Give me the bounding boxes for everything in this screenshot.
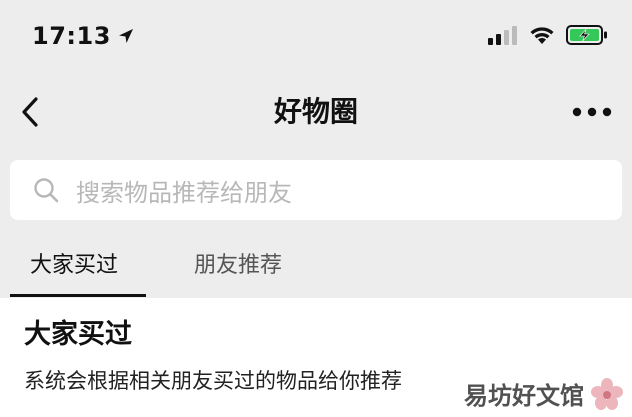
status-bar: 17:13 — [0, 0, 632, 72]
more-button[interactable] — [570, 96, 614, 128]
battery-charging-icon — [566, 25, 607, 45]
flower-logo-icon — [591, 377, 623, 410]
section-description: 系统会根据相关朋友买过的物品给你推荐 — [24, 369, 402, 393]
tab-friend-recommend[interactable]: 朋友推荐 — [194, 250, 282, 282]
section-title: 大家买过 — [24, 319, 132, 350]
tab-everyone-bought[interactable]: 大家买过 — [30, 250, 118, 282]
more-dots-icon — [572, 107, 612, 117]
active-tab-indicator — [10, 294, 146, 297]
watermark: 易坊好文馆 — [464, 376, 624, 411]
status-icons — [488, 24, 608, 46]
location-arrow-icon — [118, 29, 133, 43]
tab-bar: 大家买过 朋友推荐 — [0, 236, 632, 298]
search-icon — [34, 178, 59, 203]
status-time-text: 17:13 — [32, 22, 111, 50]
cellular-signal-icon — [488, 26, 517, 45]
watermark-text: 易坊好文馆 — [464, 381, 584, 410]
search-input[interactable]: 搜索物品推荐给朋友 — [10, 160, 622, 220]
status-time: 17:13 — [32, 22, 135, 50]
page-title: 好物圈 — [273, 95, 358, 128]
content-panel: 大家买过 系统会根据相关朋友买过的物品给你推荐 易坊好文馆 — [0, 298, 632, 417]
wifi-icon — [530, 27, 554, 44]
search-placeholder: 搜索物品推荐给朋友 — [76, 178, 292, 207]
nav-bar: 好物圈 — [0, 72, 632, 152]
